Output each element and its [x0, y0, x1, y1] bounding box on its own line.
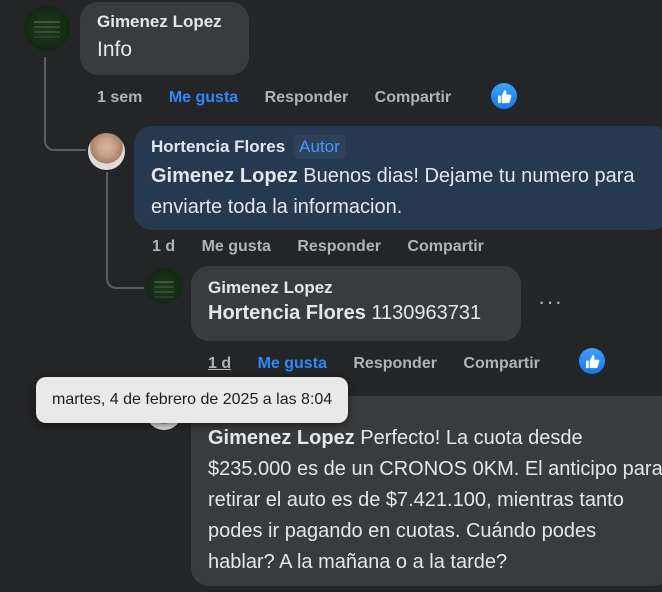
thumbs-up-icon[interactable]	[491, 83, 517, 109]
avatar[interactable]	[88, 133, 125, 170]
thumbs-up-icon[interactable]	[579, 348, 605, 374]
comment-text: Gimenez Lopez Buenos dias! Dejame tu num…	[151, 161, 653, 223]
comment-text: Hortencia Flores 1130963731	[208, 298, 504, 329]
comment-text: Info	[97, 38, 133, 61]
mention[interactable]: Hortencia Flores	[208, 302, 366, 324]
comment-author[interactable]: Gimenez Lopez	[208, 278, 504, 298]
comment-actions: 1 sem Me gusta Responder Compartir	[97, 89, 473, 107]
comment-time[interactable]: 1 d	[208, 355, 231, 372]
comment-bubble: Gimenez Lopez Info	[80, 2, 249, 75]
more-options-icon[interactable]: ···	[538, 289, 563, 315]
like-button[interactable]: Me gusta	[258, 355, 327, 372]
reply-button[interactable]: Responder	[297, 238, 381, 255]
comment-actions: 1 d Me gusta Responder Compartir	[152, 238, 506, 256]
mention[interactable]: Gimenez Lopez	[151, 165, 298, 187]
comment-actions: 1 d Me gusta Responder Compartir	[208, 355, 562, 373]
comment-time[interactable]: 1 sem	[97, 89, 142, 106]
comment-text: Gimenez Lopez Perfecto! La cuota desde $…	[208, 423, 662, 578]
comment-time[interactable]: 1 d	[152, 238, 175, 255]
comment-author[interactable]: Gimenez Lopez	[97, 12, 232, 32]
comment-author[interactable]: Hortencia Flores	[151, 137, 285, 156]
share-button[interactable]: Compartir	[375, 89, 451, 106]
comment-header: Hortencia Flores Autor	[151, 135, 653, 159]
share-button[interactable]: Compartir	[407, 238, 483, 255]
like-button[interactable]: Me gusta	[169, 89, 238, 106]
avatar[interactable]	[146, 268, 182, 304]
reply-button[interactable]: Responder	[265, 89, 349, 106]
comment-body: 1130963731	[365, 302, 482, 324]
author-badge: Autor	[293, 135, 346, 159]
avatar[interactable]	[24, 5, 70, 51]
comment-bubble: Gimenez Lopez Hortencia Flores 113096373…	[191, 266, 521, 341]
mention[interactable]: Gimenez Lopez	[208, 427, 355, 449]
comment-bubble: Hortencia Flores Gimenez Lopez Perfecto!…	[191, 396, 662, 586]
comment-bubble: Hortencia Flores Autor Gimenez Lopez Buen…	[134, 126, 662, 230]
reply-button[interactable]: Responder	[353, 355, 437, 372]
share-button[interactable]: Compartir	[463, 355, 539, 372]
timestamp-tooltip: martes, 4 de febrero de 2025 a las 8:04	[36, 377, 349, 423]
thread-line	[44, 57, 86, 151]
like-button[interactable]: Me gusta	[202, 238, 271, 255]
